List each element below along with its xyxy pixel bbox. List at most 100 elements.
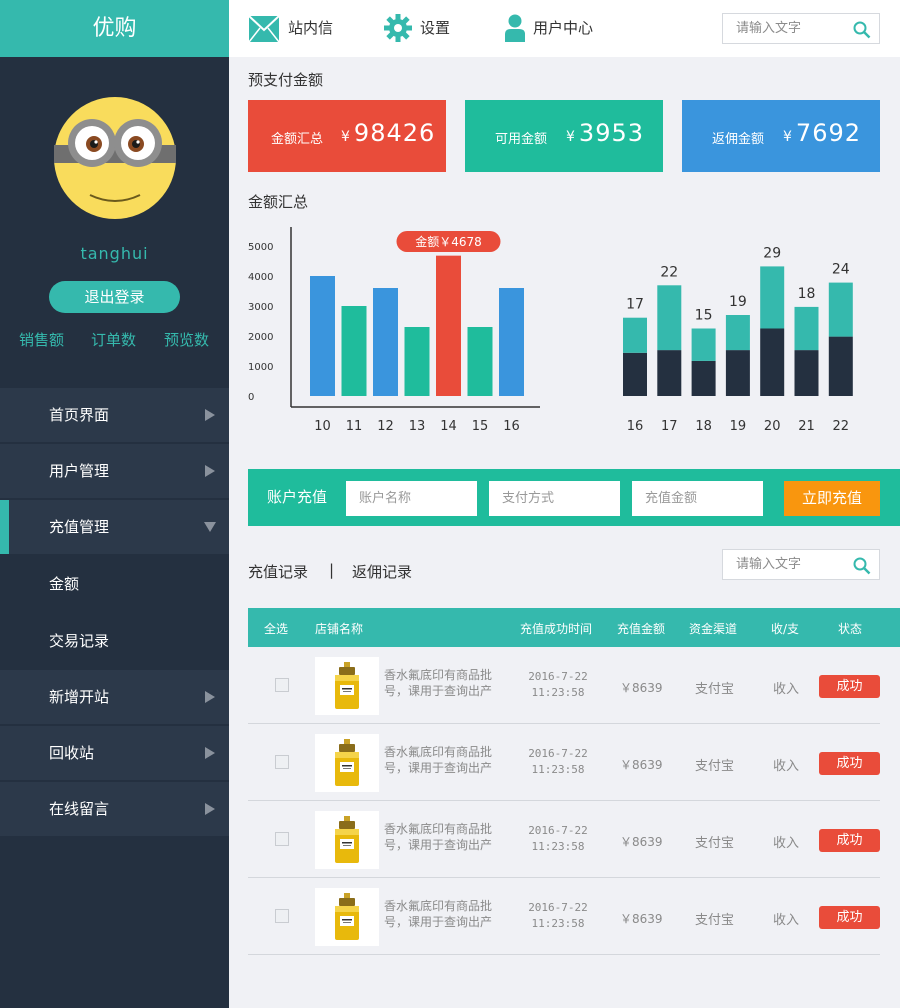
row-checkbox[interactable]: [275, 678, 289, 692]
sidebar-item-recycle-bin[interactable]: 回收站: [0, 726, 229, 780]
top-search-input[interactable]: [723, 14, 843, 43]
bar: [404, 327, 430, 396]
shop-description: 香水氟底印有商品批 号，课用于查询出产: [384, 899, 493, 929]
amount-bar-chart: 0 1000 2000 3000 4000 5000 10 11 12 13 14 15 16 金额￥46…: [248, 227, 540, 434]
chevron-down-icon: [204, 522, 216, 532]
y-tick-label: 3000: [248, 302, 273, 313]
tab-recharge-records[interactable]: 充值记录: [248, 561, 308, 582]
highlight-tooltip-label: 金额￥4678: [415, 234, 482, 249]
row-checkbox[interactable]: [275, 832, 289, 846]
bar-segment-top: [691, 328, 716, 361]
row-checkbox[interactable]: [275, 909, 289, 923]
prepay-title: 预支付金额: [248, 71, 324, 89]
top-search-box: [722, 13, 880, 44]
account-name-input[interactable]: [346, 481, 477, 516]
col-time: 充值成功时间: [520, 622, 593, 636]
search-icon[interactable]: [853, 21, 871, 39]
x-tick-label: 22: [833, 419, 850, 434]
perfume-thumbnail: [315, 811, 379, 869]
sidebar-item-new-site[interactable]: 新增开站: [0, 670, 229, 724]
in-out-type: 收入: [773, 759, 800, 774]
sidebar-item-messages[interactable]: 在线留言: [0, 782, 229, 836]
recharge-title: 账户充值: [267, 488, 328, 506]
top-bar: 站内信 设置 用户中心: [229, 0, 900, 57]
settings-label: 设置: [420, 19, 451, 37]
x-tick-label: 10: [314, 419, 331, 434]
amount: ￥8639: [620, 758, 663, 772]
logout-button[interactable]: 退出登录: [49, 281, 180, 313]
stacked-bar-chart: 17 16 22 17 15 18 19 19 29 20 18 21 24 22: [623, 245, 853, 434]
sidebar-item-label: 新增开站: [49, 688, 110, 706]
sidebar-subitem-amount[interactable]: 金额: [0, 556, 229, 613]
table-row[interactable]: 香水氟底印有商品批 号，课用于查询出产 2016-7-22 11:23:58 ￥8639…: [248, 801, 880, 878]
messages-link[interactable]: 站内信: [248, 0, 348, 57]
row-checkbox[interactable]: [275, 755, 289, 769]
recharge-amount-input[interactable]: [632, 481, 763, 516]
sidebar: 优购 tanghui 退出登录 销售额 订单数 预览数 首页界面 用户管理 充值…: [0, 0, 229, 1008]
chevron-right-icon: [205, 803, 215, 815]
sidebar-item-label: 回收站: [49, 744, 95, 762]
bar-total-label: 24: [832, 262, 850, 278]
card-label: 金额汇总: [271, 132, 324, 147]
fund-channel: 支付宝: [695, 759, 735, 774]
x-tick-label: 18: [695, 419, 712, 434]
perfume-thumbnail: [315, 657, 379, 715]
bar: [341, 306, 367, 396]
chevron-right-icon: [205, 691, 215, 703]
messages-label: 站内信: [288, 19, 334, 37]
success-time: 2016-7-22 11:23:58: [528, 670, 588, 699]
x-tick-label: 19: [730, 419, 747, 434]
chevron-right-icon: [205, 465, 215, 477]
perfume-thumbnail: [315, 734, 379, 792]
bar-total-label: 22: [660, 264, 678, 280]
x-tick-label: 16: [627, 419, 644, 434]
card-value: ¥7692: [783, 119, 861, 147]
recharge-submit-button[interactable]: 立即充值: [784, 481, 880, 516]
stat-orders[interactable]: 订单数: [91, 329, 136, 350]
stat-sales[interactable]: 销售额: [19, 329, 64, 350]
table-row[interactable]: 香水氟底印有商品批 号，课用于查询出产 2016-7-22 11:23:58 ￥8639…: [248, 647, 880, 724]
sidebar-item-recharge[interactable]: 充值管理: [0, 500, 229, 554]
bar-segment-top: [725, 315, 750, 351]
status-badge: 成功: [819, 675, 880, 698]
mail-icon: [248, 15, 280, 43]
status-badge: 成功: [819, 829, 880, 852]
app-logo[interactable]: 优购: [0, 0, 229, 57]
x-tick-label: 15: [472, 419, 489, 434]
user-center-link[interactable]: 用户中心: [505, 0, 605, 57]
search-icon[interactable]: [853, 557, 871, 575]
sidebar-item-users[interactable]: 用户管理: [0, 444, 229, 498]
col-status: 状态: [838, 622, 863, 636]
card-available: 可用金额 ¥3953: [465, 100, 663, 172]
records-search-input[interactable]: [723, 550, 843, 579]
stat-views[interactable]: 预览数: [164, 329, 209, 350]
card-label: 可用金额: [495, 132, 548, 147]
bar-total-label: 29: [763, 245, 781, 261]
col-channel: 资金渠道: [689, 622, 738, 636]
settings-link[interactable]: 设置: [384, 0, 464, 57]
tab-rebate-records[interactable]: 返佣记录: [352, 561, 412, 582]
sidebar-subitem-transactions[interactable]: 交易记录: [0, 613, 229, 670]
col-select-all[interactable]: 全选: [264, 620, 288, 637]
bar-segment-top: [794, 306, 819, 351]
payment-method-input[interactable]: [489, 481, 620, 516]
bar-segment-top: [623, 317, 647, 353]
gear-icon: [384, 14, 412, 42]
bar-segment-bottom: [794, 350, 819, 396]
x-tick-label: 20: [764, 419, 781, 434]
chevron-right-icon: [205, 747, 215, 759]
sidebar-nav: 首页界面 用户管理 充值管理 金额 交易记录 新增开站 回收站 在线留言: [0, 388, 229, 838]
y-tick-label: 4000: [248, 272, 273, 283]
bar-total-label: 17: [626, 297, 644, 313]
sidebar-item-label: 充值管理: [49, 518, 110, 536]
x-tick-label: 14: [440, 419, 457, 434]
table-row[interactable]: 香水氟底印有商品批 号，课用于查询出产 2016-7-22 11:23:58 ￥8639…: [248, 878, 880, 955]
shop-description: 香水氟底印有商品批 号，课用于查询出产: [384, 822, 493, 852]
table-row[interactable]: 香水氟底印有商品批 号，课用于查询出产 2016-7-22 11:23:58 ￥8639…: [248, 724, 880, 801]
fund-channel: 支付宝: [695, 682, 735, 697]
in-out-type: 收入: [773, 913, 800, 928]
tab-separator: |: [329, 561, 335, 579]
x-tick-label: 17: [661, 419, 678, 434]
sidebar-item-home[interactable]: 首页界面: [0, 388, 229, 442]
fund-channel: 支付宝: [695, 836, 735, 851]
